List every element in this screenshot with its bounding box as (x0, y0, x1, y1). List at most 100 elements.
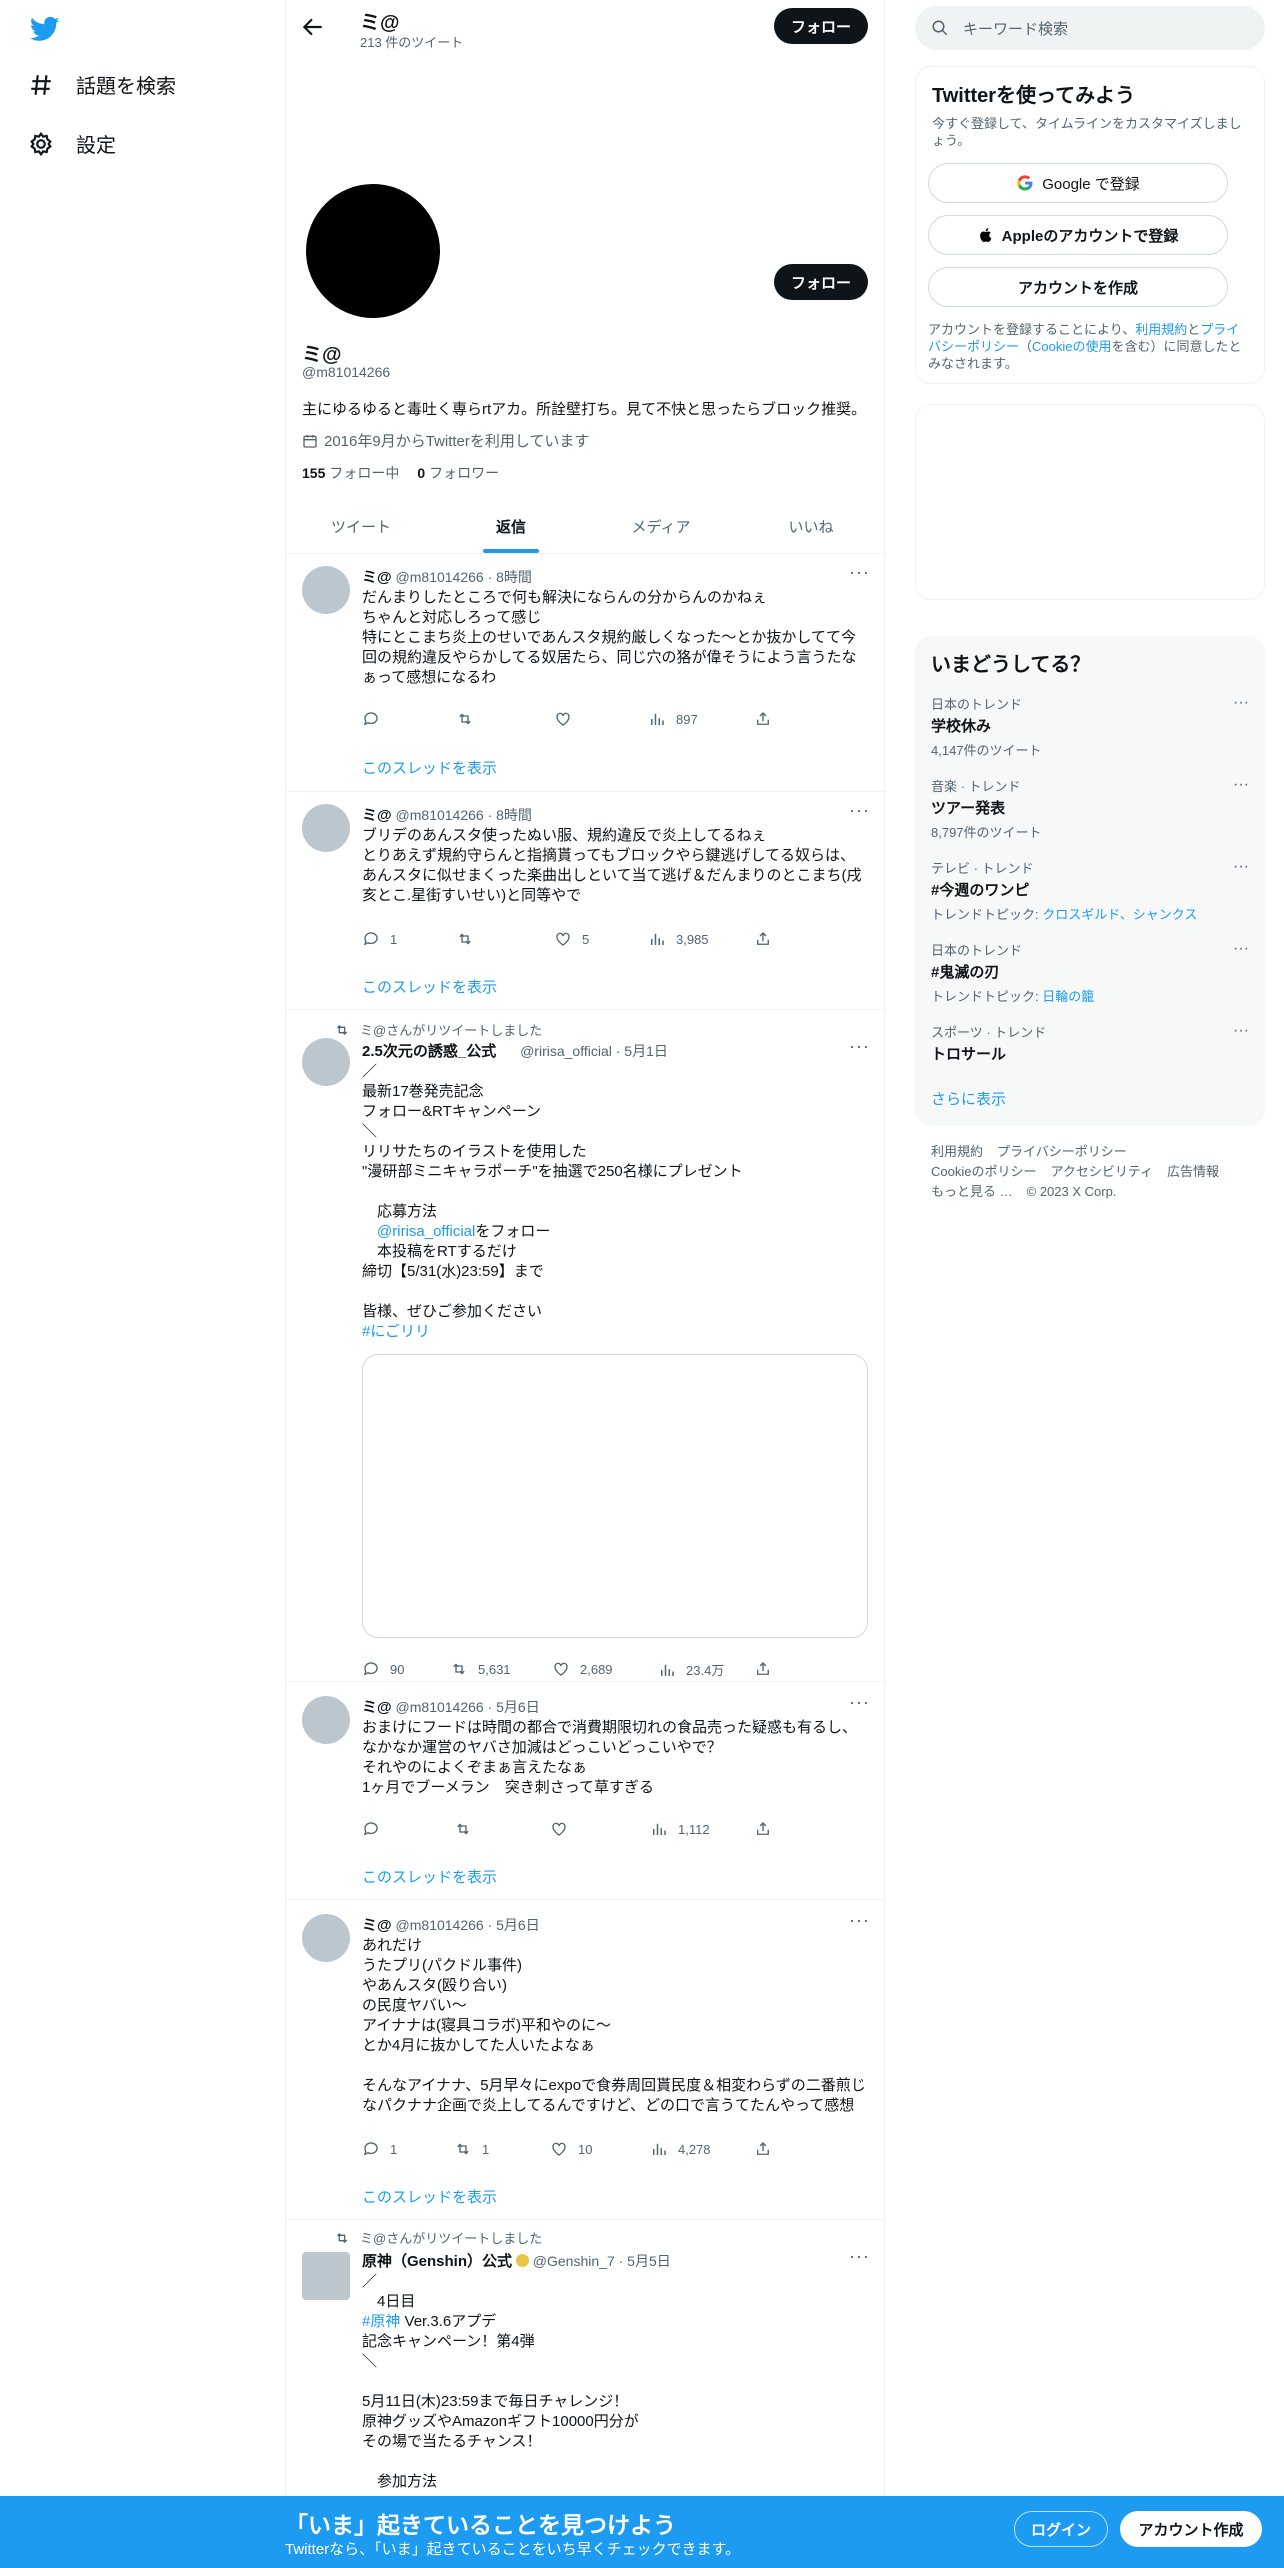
retweet-button[interactable]: 1 (454, 2140, 489, 2158)
share-button[interactable] (754, 1820, 772, 1838)
search-input[interactable]: キーワード検索 (963, 18, 1068, 39)
more-icon[interactable]: ··· (849, 1036, 870, 1057)
tweet-avatar[interactable] (302, 2252, 350, 2300)
followers-link[interactable]: 0 フォロワー (417, 463, 499, 483)
more-icon[interactable]: ··· (849, 1692, 870, 1713)
show-thread-link[interactable]: このスレッドを表示 (362, 976, 497, 997)
more-icon[interactable]: ··· (849, 800, 870, 821)
header-follow-button[interactable]: フォロー (774, 8, 868, 44)
views-button[interactable]: 897 (648, 710, 698, 728)
like-button[interactable]: 5 (554, 930, 589, 948)
footer-more-link[interactable]: もっと見る … (931, 1184, 1013, 1199)
hashtag-link[interactable]: #にごリリ (362, 1323, 430, 1340)
reply-button[interactable] (362, 1820, 390, 1838)
nav-settings[interactable]: 設定 (28, 129, 116, 158)
share-button[interactable] (754, 1660, 772, 1678)
tweet-avatar[interactable] (302, 1696, 350, 1744)
tweet-author[interactable]: 2.5次元の誘惑_公式 (362, 1043, 496, 1060)
views-button[interactable]: 23.4万 (658, 1660, 724, 1679)
reply-button[interactable]: 1 (362, 2140, 397, 2158)
trend-item[interactable]: テレビ · トレンド #今週のワンピ トレンドトピック: クロスギルド、シャンク… (931, 858, 1249, 923)
tweet[interactable]: ミ@さんがリツイートしました 原神（Genshin）公式 @Genshin_7 … (286, 2220, 886, 2496)
tweet-avatar[interactable] (302, 1914, 350, 1962)
hashtag-link[interactable]: #原神 (362, 2313, 400, 2330)
retweet-button[interactable] (456, 930, 484, 948)
tweet-author[interactable]: ミ@ (362, 1699, 392, 1716)
tab-likes[interactable]: いいね (736, 500, 886, 553)
media-card[interactable] (362, 1354, 868, 1638)
signup-button[interactable]: アカウント作成 (1120, 2511, 1262, 2547)
like-button[interactable] (554, 710, 582, 728)
tweet-author[interactable]: 原神（Genshin）公式 (362, 2253, 512, 2270)
more-icon[interactable]: ··· (849, 1910, 870, 1931)
share-button[interactable] (754, 710, 772, 728)
more-icon[interactable]: ··· (1233, 940, 1249, 958)
terms-link[interactable]: 利用規約 (1135, 322, 1187, 337)
tweet-avatar[interactable] (302, 804, 350, 852)
back-arrow-icon[interactable] (300, 14, 326, 40)
footer-privacy-link[interactable]: プライバシーポリシー (997, 1144, 1127, 1159)
login-button[interactable]: ログイン (1014, 2511, 1108, 2547)
following-link[interactable]: 155 フォロー中 (302, 463, 399, 483)
nav-explore[interactable]: 話題を検索 (28, 70, 176, 99)
share-button[interactable] (754, 930, 772, 948)
profile-avatar[interactable] (306, 184, 440, 318)
more-icon[interactable]: ··· (1233, 858, 1249, 876)
reply-button[interactable]: 1 (362, 930, 397, 948)
search-box[interactable]: キーワード検索 (915, 6, 1265, 50)
like-button[interactable]: 2,689 (552, 1660, 613, 1678)
like-button[interactable] (550, 1820, 578, 1838)
tab-replies[interactable]: 返信 (436, 500, 586, 553)
twitter-logo-icon[interactable] (28, 14, 62, 44)
create-account-button[interactable]: アカウントを作成 (928, 267, 1228, 307)
trend-topics-link[interactable]: クロスギルド、シャンクス (1042, 907, 1197, 922)
tweet[interactable]: ミ@ @m81014266 · 8時間 ··· ブリデのあんスタ使ったぬい服、規… (286, 792, 886, 1010)
footer-terms-link[interactable]: 利用規約 (931, 1144, 983, 1159)
google-signup-button[interactable]: Google で登録 (928, 163, 1228, 203)
reply-button[interactable]: 90 (362, 1660, 404, 1678)
footer-ads-link[interactable]: 広告情報 (1167, 1164, 1219, 1179)
retweet-button[interactable] (456, 710, 484, 728)
apple-signup-button[interactable]: Appleのアカウントで登録 (928, 215, 1228, 255)
trend-item[interactable]: スポーツ · トレンド トロサール ··· (931, 1022, 1249, 1064)
tweet[interactable]: ミ@ @m81014266 · 5月6日 ··· おまけにフードは時間の都合で消… (286, 1682, 886, 1900)
trend-item[interactable]: 日本のトレンド #鬼滅の刃 トレンドトピック: 日輪の籠 ··· (931, 940, 1249, 1005)
trend-item[interactable]: 日本のトレンド 学校休み 4,147件のツイート ··· (931, 694, 1249, 759)
show-thread-link[interactable]: このスレッドを表示 (362, 757, 497, 778)
tab-tweets[interactable]: ツイート (286, 500, 436, 553)
mention-link[interactable]: @ririsa_official (377, 1223, 475, 1240)
tweet[interactable]: ミ@ @m81014266 · 5月6日 ··· あれだけ うたプリ(パクドル事… (286, 1900, 886, 2220)
profile-follow-button[interactable]: フォロー (774, 264, 868, 300)
share-button[interactable] (754, 2140, 772, 2158)
trend-item[interactable]: 音楽 · トレンド ツアー発表 8,797件のツイート ··· (931, 776, 1249, 841)
tweet[interactable]: ミ@ @m81014266 · 8時間 ··· だんまりしたところで何も解決にな… (286, 554, 886, 792)
tweet[interactable]: ミ@さんがリツイートしました 2.5次元の誘惑_公式 @ririsa_offic… (286, 1010, 886, 1682)
more-icon[interactable]: ··· (1233, 776, 1249, 794)
like-button[interactable]: 10 (550, 2140, 592, 2158)
cookie-link[interactable]: Cookieの使用 (1032, 339, 1111, 354)
reply-button[interactable] (362, 710, 390, 728)
views-button[interactable]: 3,985 (648, 930, 709, 948)
show-more-link[interactable]: さらに表示 (931, 1088, 1006, 1109)
footer-accessibility-link[interactable]: アクセシビリティ (1050, 1164, 1153, 1179)
more-icon[interactable]: ··· (1233, 694, 1249, 712)
views-button[interactable]: 1,112 (650, 1820, 710, 1838)
tweet-avatar[interactable] (302, 1038, 350, 1086)
tweet-author[interactable]: ミ@ (362, 569, 392, 586)
tweet-avatar[interactable] (302, 566, 350, 614)
retweeted-by[interactable]: ミ@さんがリツイートしました (360, 1020, 542, 1039)
retweet-button[interactable]: 5,631 (450, 1660, 511, 1678)
more-icon[interactable]: ··· (849, 562, 870, 583)
more-icon[interactable]: ··· (1233, 1022, 1249, 1040)
tab-media[interactable]: メディア (586, 500, 736, 553)
tweet-author[interactable]: ミ@ (362, 807, 392, 824)
retweeted-by[interactable]: ミ@さんがリツイートしました (360, 2228, 542, 2247)
views-button[interactable]: 4,278 (650, 2140, 711, 2158)
retweet-button[interactable] (454, 1820, 482, 1838)
footer-cookie-link[interactable]: Cookieのポリシー (931, 1164, 1036, 1179)
more-icon[interactable]: ··· (849, 2246, 870, 2267)
show-thread-link[interactable]: このスレッドを表示 (362, 2186, 497, 2207)
show-thread-link[interactable]: このスレッドを表示 (362, 1866, 497, 1887)
tweet-author[interactable]: ミ@ (362, 1917, 392, 1934)
trend-topics-link[interactable]: 日輪の籠 (1042, 989, 1094, 1004)
